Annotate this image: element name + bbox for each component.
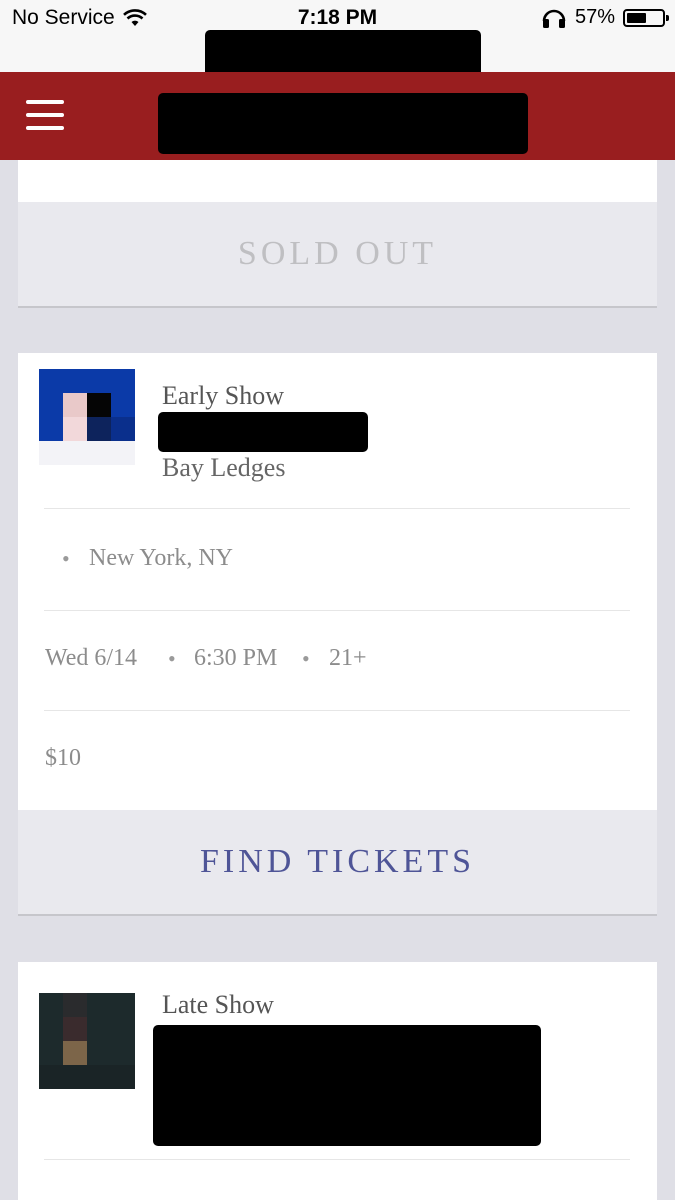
event-thumbnail <box>39 369 135 465</box>
bullet: • <box>302 646 310 671</box>
sold-out-label: SOLD OUT <box>237 235 438 272</box>
event-card-late-show[interactable]: Late Show <box>18 962 657 1200</box>
redacted-headliner <box>153 1025 541 1146</box>
bullet: • <box>62 546 70 571</box>
divider <box>44 508 630 509</box>
show-label: Early Show <box>162 381 285 410</box>
artist-name: Bay Ledges <box>162 453 286 482</box>
age-restriction: 21+ <box>329 645 367 671</box>
battery-fill <box>627 12 647 23</box>
event-date: Wed 6/14 <box>45 645 138 671</box>
divider <box>44 1159 630 1160</box>
event-location: New York, NY <box>89 545 234 571</box>
battery-percent: 57% <box>574 6 615 28</box>
battery-status: 57% <box>541 6 669 29</box>
event-card-early-show[interactable]: Early Show Bay Ledges • New York, NY Wed… <box>18 353 657 810</box>
hamburger-menu-icon[interactable] <box>26 100 64 132</box>
status-bar: No Service 7:18 PM 57% <box>0 0 675 77</box>
divider <box>44 610 630 611</box>
event-thumbnail <box>39 993 135 1089</box>
event-time: 6:30 PM <box>194 645 278 671</box>
divider <box>44 710 630 711</box>
redacted-url <box>205 30 481 77</box>
headphones-icon <box>542 9 566 28</box>
previous-event-card <box>18 160 657 202</box>
ticket-price: $10 <box>45 745 81 771</box>
find-tickets-label: FIND TICKETS <box>200 843 475 880</box>
show-label: Late Show <box>162 990 274 1019</box>
redacted-headliner <box>158 412 368 452</box>
site-header <box>0 72 675 160</box>
battery-icon <box>623 8 669 27</box>
find-tickets-button[interactable]: FIND TICKETS <box>18 810 657 916</box>
redacted-site-title <box>158 93 528 154</box>
bullet: • <box>168 646 176 671</box>
sold-out-button: SOLD OUT <box>18 202 657 308</box>
